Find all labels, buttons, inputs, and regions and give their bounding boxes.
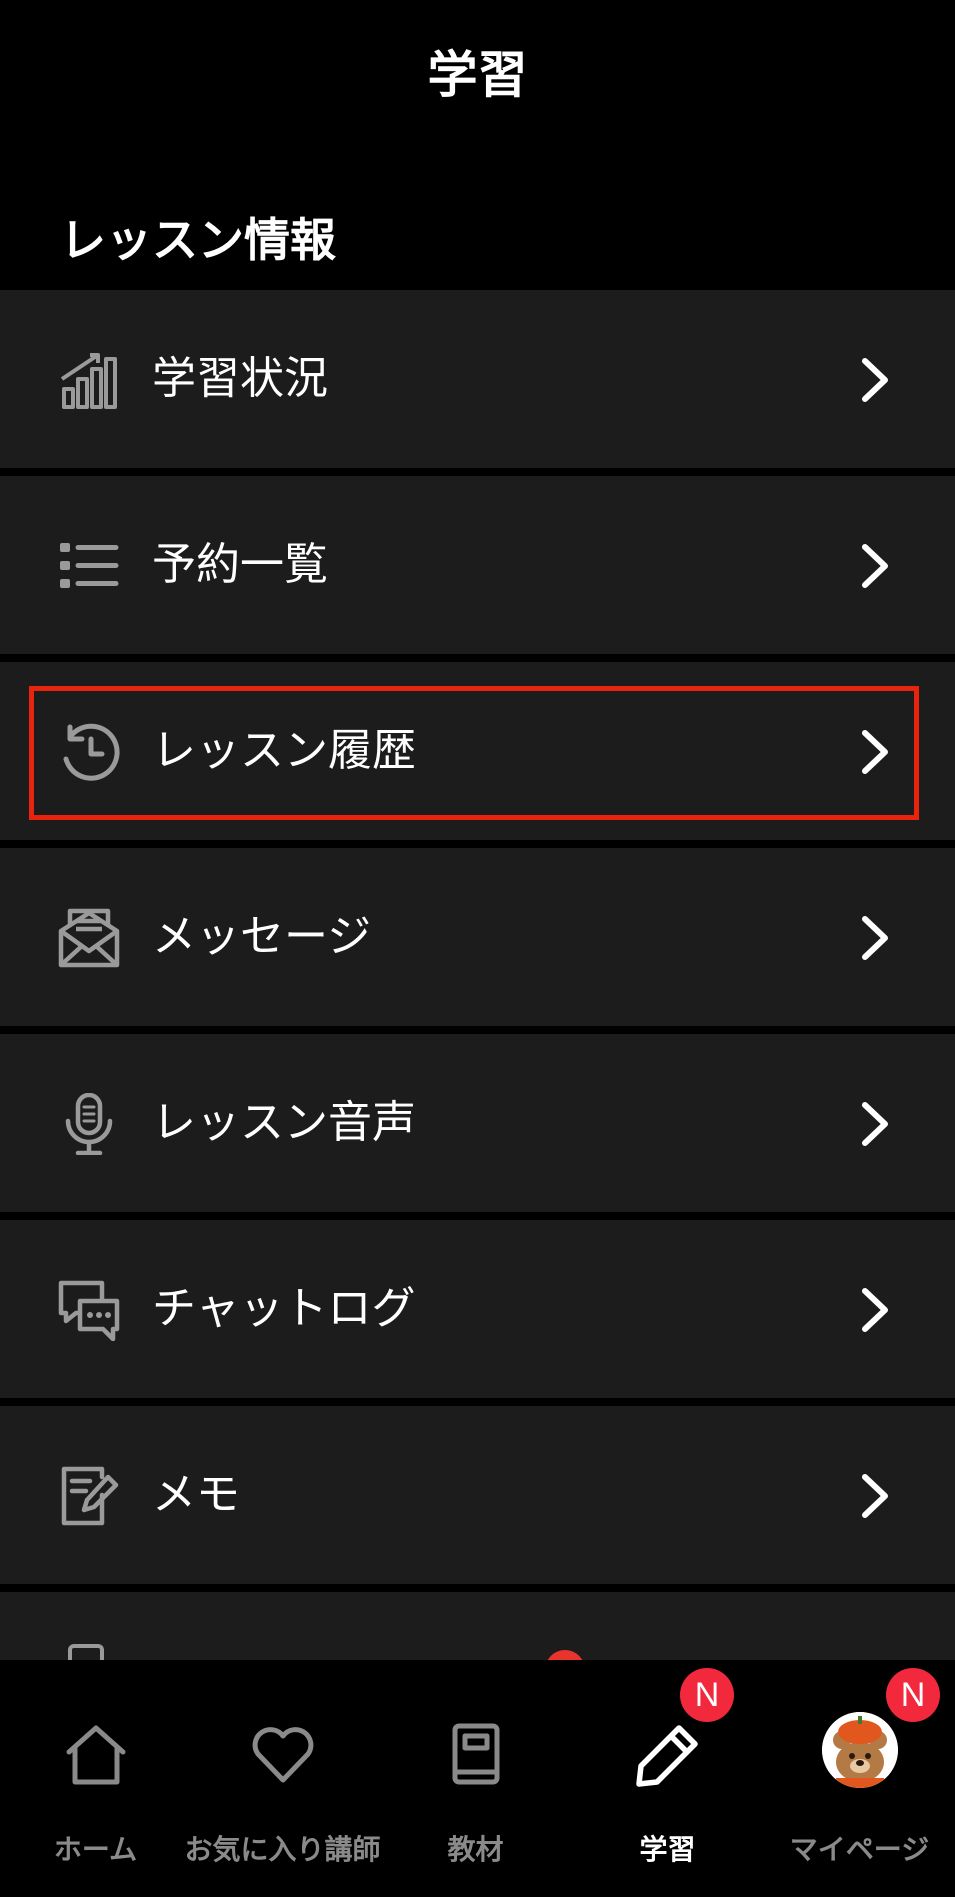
menu-item-lesson-audio[interactable]: レッスン音声	[0, 1034, 955, 1212]
list-icon	[58, 535, 120, 597]
menu-item-lesson-history[interactable]: レッスン履歴	[0, 662, 955, 840]
pencil-icon	[633, 1720, 703, 1790]
nav-label: ホーム	[53, 1833, 138, 1866]
nav-label: 学習	[639, 1833, 696, 1866]
nav-study[interactable]: N 学習	[572, 1660, 763, 1897]
menu-item-label: レッスン音声	[152, 1097, 416, 1148]
nav-my-page[interactable]: N マイページ	[764, 1660, 955, 1897]
section-title: レッスン情報	[60, 213, 336, 267]
menu-item-reservation-list[interactable]: 予約一覧	[0, 476, 955, 654]
microphone-icon	[58, 1093, 120, 1155]
menu-item-study-status[interactable]: 学習状況	[0, 290, 955, 468]
book-icon	[441, 1720, 511, 1790]
avatar	[821, 1712, 898, 1788]
menu-item-label: 学習状況	[152, 353, 328, 404]
home-icon	[61, 1720, 131, 1790]
chevron-right-icon	[855, 729, 895, 775]
nav-label: お気に入り講師	[184, 1833, 381, 1866]
app-header: 学習	[0, 0, 955, 150]
menu-item-label: メモ	[152, 1469, 240, 1520]
bottom-navigation: ホーム お気に入り講師 教材 N 学習 N マイページ	[0, 1660, 955, 1897]
chevron-right-icon	[855, 1287, 895, 1333]
chevron-right-icon	[855, 915, 895, 961]
chevron-right-icon	[855, 1101, 895, 1147]
menu-item-memo[interactable]: メモ	[0, 1406, 955, 1584]
chevron-right-icon	[855, 357, 895, 403]
menu-item-label: チャットログ	[152, 1283, 416, 1334]
nav-label: 教材	[447, 1833, 504, 1866]
lesson-info-menu: 学習状況 予約一覧 レッスン履歴 メッセージ レッスン音声 チャットログ メモ	[0, 290, 955, 1660]
nav-label: マイページ	[789, 1833, 930, 1866]
notification-badge: N	[886, 1668, 940, 1722]
history-icon	[58, 721, 120, 783]
page-title: 学習	[427, 46, 528, 104]
clipboard-icon	[68, 1644, 104, 1660]
nav-materials[interactable]: 教材	[380, 1660, 571, 1897]
nav-favorite-teachers[interactable]: お気に入り講師	[184, 1660, 381, 1897]
menu-item-chat-log[interactable]: チャットログ	[0, 1220, 955, 1398]
heart-icon	[248, 1720, 318, 1790]
chevron-right-icon	[855, 1473, 895, 1519]
memo-icon	[58, 1465, 120, 1527]
chat-icon	[58, 1279, 120, 1341]
bar-chart-icon	[58, 349, 120, 411]
menu-item-partial[interactable]	[0, 1592, 955, 1660]
nav-home[interactable]: ホーム	[0, 1660, 191, 1897]
notification-badge: N	[680, 1668, 734, 1722]
menu-item-label: レッスン履歴	[152, 725, 416, 776]
chevron-right-icon	[855, 543, 895, 589]
envelope-icon	[58, 907, 120, 969]
menu-item-label: 予約一覧	[152, 539, 328, 590]
menu-item-messages[interactable]: メッセージ	[0, 848, 955, 1026]
menu-item-label: メッセージ	[152, 911, 372, 962]
